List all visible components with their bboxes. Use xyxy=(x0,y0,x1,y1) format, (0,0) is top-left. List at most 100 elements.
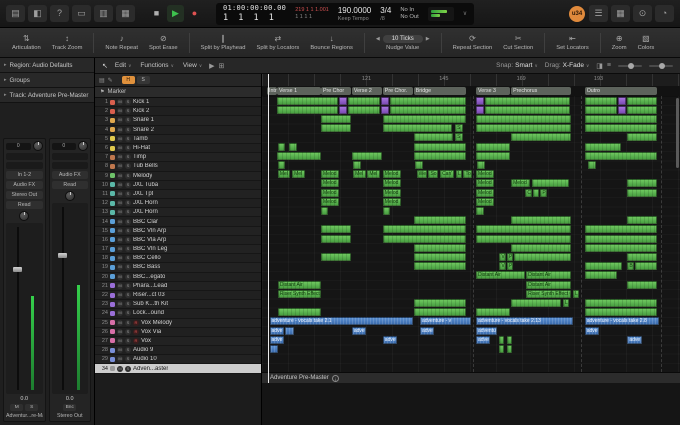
solo-button[interactable]: S xyxy=(125,347,131,354)
solo-button[interactable]: S xyxy=(125,181,131,188)
track-row[interactable]: 5 M S Tamb xyxy=(95,134,261,144)
midi-region[interactable] xyxy=(382,124,452,133)
eq-display[interactable] xyxy=(6,153,43,160)
midi-region[interactable] xyxy=(584,308,657,317)
solo-button[interactable]: S xyxy=(125,135,131,142)
audio-region-adventure-vocals-take-2-8[interactable]: adventure - vocals take 2.8 xyxy=(584,317,660,326)
midi-region-melod[interactable]: Melod xyxy=(320,179,340,188)
waveform-zoom-icon[interactable]: ◨ xyxy=(596,62,603,70)
marker-verse-3[interactable]: Verse 3 xyxy=(476,87,511,95)
midi-region-mel[interactable]: Mel xyxy=(292,170,305,179)
solo-button[interactable]: S xyxy=(125,172,131,179)
midi-region[interactable] xyxy=(511,243,572,252)
eq-display[interactable] xyxy=(51,153,88,160)
solo-button[interactable]: S xyxy=(125,108,131,115)
midi-region-l[interactable]: L xyxy=(572,289,580,298)
track-row[interactable]: 26 M S R Vox Via xyxy=(95,327,261,337)
pan-knob[interactable] xyxy=(19,211,30,221)
midi-region[interactable] xyxy=(276,105,339,114)
track-header-button-h[interactable]: H xyxy=(121,76,135,84)
midi-region[interactable] xyxy=(476,234,572,243)
pan-knob[interactable] xyxy=(64,191,75,201)
track-edit-icon[interactable]: ✎ xyxy=(108,77,113,84)
strip-slot-audio-fx[interactable]: Audio FX xyxy=(51,171,88,179)
solo-button[interactable]: S xyxy=(125,255,131,262)
midi-region[interactable] xyxy=(413,253,467,261)
audio-region-adve[interactable]: adve xyxy=(584,326,599,335)
nudge-value-pill[interactable]: 10 Ticks xyxy=(382,35,423,43)
solo-button[interactable]: S xyxy=(125,190,131,197)
midi-region[interactable] xyxy=(511,299,562,307)
midi-region[interactable] xyxy=(476,142,511,151)
track-row[interactable]: 17 M S BBC Vln Leg xyxy=(95,245,261,255)
midi-region[interactable] xyxy=(476,151,511,160)
midi-region-melod[interactable]: Melod xyxy=(382,197,402,206)
midi-region[interactable] xyxy=(627,188,658,197)
midi-region[interactable] xyxy=(627,179,658,188)
midi-region-melod[interactable]: Melod xyxy=(320,170,340,179)
mute-button[interactable]: M xyxy=(117,264,123,271)
strip-button-s[interactable]: S xyxy=(25,404,39,411)
toolbar-button-set-locators[interactable]: ⇤ Set Locators xyxy=(556,34,589,51)
track-row[interactable]: 18 M S BBC Cello xyxy=(95,254,261,264)
mute-button[interactable]: M xyxy=(117,209,123,216)
mute-button[interactable]: M xyxy=(117,145,123,152)
track-header-button-s[interactable]: S xyxy=(136,76,150,84)
midi-region-can[interactable]: Can' xyxy=(440,170,455,179)
solo-button[interactable]: S xyxy=(125,117,131,124)
midi-region[interactable] xyxy=(627,253,658,261)
solo-button[interactable]: S xyxy=(125,145,131,152)
midi-region[interactable] xyxy=(413,262,467,271)
menu-edit[interactable]: Edit ∨ xyxy=(115,62,132,69)
track-row[interactable]: 16 M S BBC Vla Arp xyxy=(95,235,261,245)
midi-region[interactable] xyxy=(382,115,466,123)
list-editors-icon[interactable]: ☰ xyxy=(589,5,608,22)
lcd-dropdown-caret-icon[interactable]: ∨ xyxy=(463,10,467,17)
midi-region[interactable] xyxy=(276,151,321,160)
menu-view[interactable]: View ∨ xyxy=(183,62,202,69)
mute-button[interactable]: M xyxy=(117,246,123,253)
solo-button[interactable]: S xyxy=(125,264,131,271)
solo-button[interactable]: S xyxy=(125,99,131,106)
mute-button[interactable]: M xyxy=(117,227,123,234)
midi-region[interactable] xyxy=(506,345,512,353)
midi-region[interactable] xyxy=(413,243,467,252)
pointer-tool-icon[interactable]: ↖ xyxy=(102,62,108,70)
mute-button[interactable]: M xyxy=(117,310,123,317)
midi-region[interactable] xyxy=(476,225,572,234)
track-row[interactable]: 13 M S JXL Horn xyxy=(95,208,261,218)
mute-button[interactable]: M xyxy=(117,200,123,207)
track-row[interactable]: 23 M S Sub K...th Kit xyxy=(95,300,261,310)
fader-handle[interactable] xyxy=(12,267,22,273)
midi-region[interactable] xyxy=(320,115,352,123)
midi-region[interactable] xyxy=(532,179,569,188)
gain-knob[interactable] xyxy=(32,141,43,151)
menu-functions[interactable]: Functions ∨ xyxy=(140,62,173,69)
mute-button[interactable]: M xyxy=(117,347,123,354)
user-badge[interactable]: u34 xyxy=(569,5,585,22)
editors-icon[interactable]: ▦ xyxy=(116,5,135,22)
midi-region-melod[interactable]: Melod xyxy=(382,188,402,197)
audio-region-adve[interactable]: adve xyxy=(269,326,284,335)
mute-button[interactable]: M xyxy=(117,163,123,170)
midi-region-c[interactable]: C xyxy=(525,188,532,197)
midi-region[interactable] xyxy=(476,105,485,114)
midi-region[interactable] xyxy=(413,299,467,307)
midi-region-l[interactable]: L xyxy=(562,299,570,307)
automation-mode-button[interactable]: Read xyxy=(51,181,88,189)
midi-region-mel[interactable]: Mel xyxy=(353,170,366,179)
midi-region[interactable] xyxy=(618,105,627,114)
midi-region[interactable] xyxy=(476,115,572,123)
toolbar-button-spot-erase[interactable]: ⊘ Spot Erase xyxy=(149,34,178,51)
toolbar-button-track-zoom[interactable]: ↕ Track Zoom xyxy=(52,34,83,51)
midi-region-distant-air[interactable]: Distant Air xyxy=(526,280,572,289)
midi-region[interactable] xyxy=(584,234,657,243)
midi-region[interactable] xyxy=(382,234,466,243)
track-row[interactable]: 10 M S JXL Tuba xyxy=(95,180,261,190)
strip-slot-audio-fx[interactable]: Audio FX xyxy=(6,181,43,189)
smart-controls-icon[interactable]: ▭ xyxy=(72,5,91,22)
mixer-icon[interactable]: ▥ xyxy=(94,5,113,22)
mute-button[interactable]: M xyxy=(117,273,123,280)
midi-region[interactable] xyxy=(320,253,352,261)
snap-menu[interactable]: Snap: Smart ∨ xyxy=(496,62,538,69)
